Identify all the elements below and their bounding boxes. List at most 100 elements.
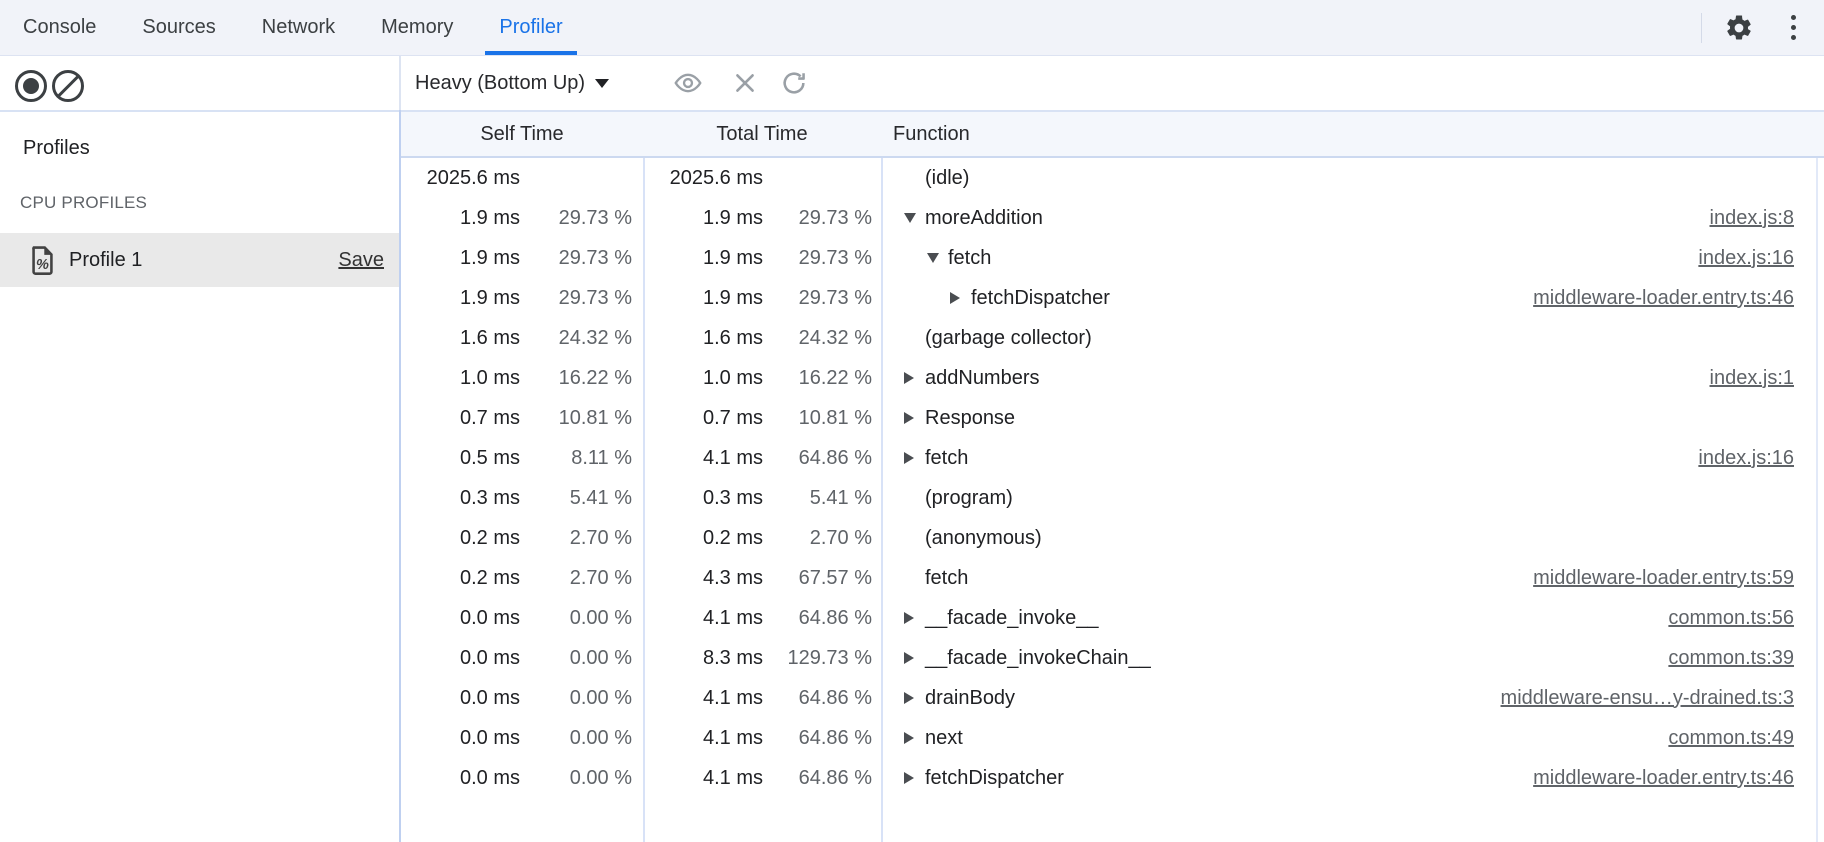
function-cell: fetchmiddleware-loader.entry.ts:59: [881, 567, 1824, 590]
triangle-right-icon: [904, 372, 914, 384]
settings-gear-icon[interactable]: [1722, 11, 1756, 45]
expand-arrow-icon[interactable]: [904, 652, 925, 664]
self-time-cell: 1.9 ms29.73 %: [401, 247, 643, 270]
indent-spacer: [881, 218, 904, 219]
tab-strip: ConsoleSourcesNetworkMemoryProfiler: [0, 0, 586, 55]
table-row[interactable]: 1.9 ms29.73 %1.9 ms29.73 %moreAdditionin…: [401, 198, 1824, 238]
total-time-percent: 16.22 %: [763, 367, 872, 390]
total-time-cell: 4.1 ms64.86 %: [643, 447, 881, 470]
triangle-right-icon: [904, 692, 914, 704]
self-time-percent: 29.73 %: [520, 207, 632, 230]
total-time-percent: 2.70 %: [763, 527, 872, 550]
indent-spacer: [881, 738, 904, 739]
source-link[interactable]: index.js:16: [1698, 247, 1794, 270]
table-row[interactable]: 1.0 ms16.22 %1.0 ms16.22 %addNumbersinde…: [401, 358, 1824, 398]
self-time-percent: 0.00 %: [520, 727, 632, 750]
source-link[interactable]: middleware-loader.entry.ts:46: [1533, 767, 1794, 790]
self-time-value: 0.7 ms: [401, 407, 520, 430]
expand-arrow-icon[interactable]: [904, 732, 925, 744]
self-time-value: 0.2 ms: [401, 527, 520, 550]
more-options-icon[interactable]: [1776, 11, 1810, 45]
self-time-cell: 0.5 ms8.11 %: [401, 447, 643, 470]
grid-header: Self Time Total Time Function: [401, 112, 1824, 158]
close-icon[interactable]: [731, 69, 759, 97]
self-time-value: 0.0 ms: [401, 607, 520, 630]
tab-network[interactable]: Network: [239, 0, 358, 55]
source-link[interactable]: common.ts:56: [1668, 607, 1794, 630]
table-row[interactable]: 1.9 ms29.73 %1.9 ms29.73 %fetchDispatche…: [401, 278, 1824, 318]
expand-arrow-icon[interactable]: [904, 452, 925, 464]
total-time-value: 0.2 ms: [643, 527, 763, 550]
expand-arrow-icon[interactable]: [904, 772, 925, 784]
table-row[interactable]: 0.0 ms0.00 %4.1 ms64.86 %__facade_invoke…: [401, 598, 1824, 638]
self-time-value: 1.0 ms: [401, 367, 520, 390]
save-link[interactable]: Save: [338, 249, 384, 272]
tab-console[interactable]: Console: [0, 0, 119, 55]
table-row[interactable]: 1.6 ms24.32 %1.6 ms24.32 %(garbage colle…: [401, 318, 1824, 358]
indent-spacer: [881, 458, 904, 459]
self-time-percent: 0.00 %: [520, 687, 632, 710]
table-row[interactable]: 1.9 ms29.73 %1.9 ms29.73 %fetchindex.js:…: [401, 238, 1824, 278]
indent-spacer: [881, 498, 904, 499]
source-link[interactable]: middleware-loader.entry.ts:46: [1533, 287, 1794, 310]
self-time-value: 1.9 ms: [401, 287, 520, 310]
table-row[interactable]: 0.0 ms0.00 %4.1 ms64.86 %fetchDispatcher…: [401, 758, 1824, 798]
source-link[interactable]: common.ts:49: [1668, 727, 1794, 750]
source-link[interactable]: middleware-ensu…y-drained.ts:3: [1501, 687, 1794, 710]
expand-arrow-icon[interactable]: [950, 292, 971, 304]
table-row[interactable]: 0.7 ms10.81 %0.7 ms10.81 %Response: [401, 398, 1824, 438]
total-time-percent: 29.73 %: [763, 287, 872, 310]
triangle-down-icon: [904, 213, 916, 223]
toolbar-divider: [399, 56, 401, 110]
expand-arrow-icon[interactable]: [904, 692, 925, 704]
visibility-eye-icon[interactable]: [674, 69, 702, 97]
record-icon[interactable]: [15, 70, 47, 102]
function-name: fetch: [948, 247, 991, 270]
triangle-right-icon: [904, 652, 914, 664]
profile-document-percent-icon: %: [30, 246, 55, 275]
indent-spacer: [881, 338, 904, 339]
tab-profiler[interactable]: Profiler: [476, 0, 585, 55]
total-time-value: 1.9 ms: [643, 207, 763, 230]
expand-arrow-icon[interactable]: [904, 412, 925, 424]
source-link[interactable]: index.js:1: [1710, 367, 1795, 390]
triangle-right-icon: [904, 772, 914, 784]
expand-arrow-icon[interactable]: [904, 213, 925, 223]
total-time-value: 0.3 ms: [643, 487, 763, 510]
sidebar-item-profile-1[interactable]: % Profile 1 Save: [0, 233, 399, 287]
expand-arrow-icon[interactable]: [904, 612, 925, 624]
total-time-cell: 8.3 ms129.73 %: [643, 647, 881, 670]
source-link[interactable]: index.js:8: [1710, 207, 1795, 230]
self-time-percent: 29.73 %: [520, 247, 632, 270]
tab-sources[interactable]: Sources: [119, 0, 238, 55]
total-time-cell: 1.9 ms29.73 %: [643, 287, 881, 310]
table-row[interactable]: 0.2 ms2.70 %4.3 ms67.57 %fetchmiddleware…: [401, 558, 1824, 598]
table-row[interactable]: 0.2 ms2.70 %0.2 ms2.70 %(anonymous): [401, 518, 1824, 558]
table-row[interactable]: 0.0 ms0.00 %8.3 ms129.73 %__facade_invok…: [401, 638, 1824, 678]
function-cell: (idle): [881, 167, 1824, 190]
self-time-cell: 0.7 ms10.81 %: [401, 407, 643, 430]
table-row[interactable]: 0.0 ms0.00 %4.1 ms64.86 %drainBodymiddle…: [401, 678, 1824, 718]
column-header-self-time[interactable]: Self Time: [401, 123, 643, 146]
function-name: fetch: [925, 447, 968, 470]
tab-memory[interactable]: Memory: [358, 0, 476, 55]
table-row[interactable]: 2025.6 ms2025.6 ms(idle): [401, 158, 1824, 198]
expand-arrow-icon[interactable]: [904, 372, 925, 384]
refresh-icon[interactable]: [780, 69, 808, 97]
self-time-percent: 8.11 %: [520, 447, 632, 470]
triangle-right-icon: [904, 452, 914, 464]
clear-icon[interactable]: [52, 70, 84, 102]
table-row[interactable]: 0.5 ms8.11 %4.1 ms64.86 % fetch index.js:1…: [401, 438, 1824, 478]
source-link[interactable]: index.js:16: [1698, 447, 1794, 470]
total-time-cell: 4.1 ms64.86 %: [643, 767, 881, 790]
view-mode-dropdown[interactable]: Heavy (Bottom Up): [415, 56, 609, 110]
indent-spacer: [881, 538, 904, 539]
column-header-total-time[interactable]: Total Time: [643, 123, 881, 146]
source-link[interactable]: middleware-loader.entry.ts:59: [1533, 567, 1794, 590]
column-header-function[interactable]: Function: [881, 123, 1824, 146]
expand-arrow-icon[interactable]: [927, 253, 948, 263]
profiles-sidebar: Profiles CPU PROFILES % Profile 1 Save: [0, 112, 399, 842]
table-row[interactable]: 0.0 ms0.00 %4.1 ms64.86 %nextcommon.ts:4…: [401, 718, 1824, 758]
source-link[interactable]: common.ts:39: [1668, 647, 1794, 670]
table-row[interactable]: 0.3 ms5.41 %0.3 ms5.41 %(program): [401, 478, 1824, 518]
